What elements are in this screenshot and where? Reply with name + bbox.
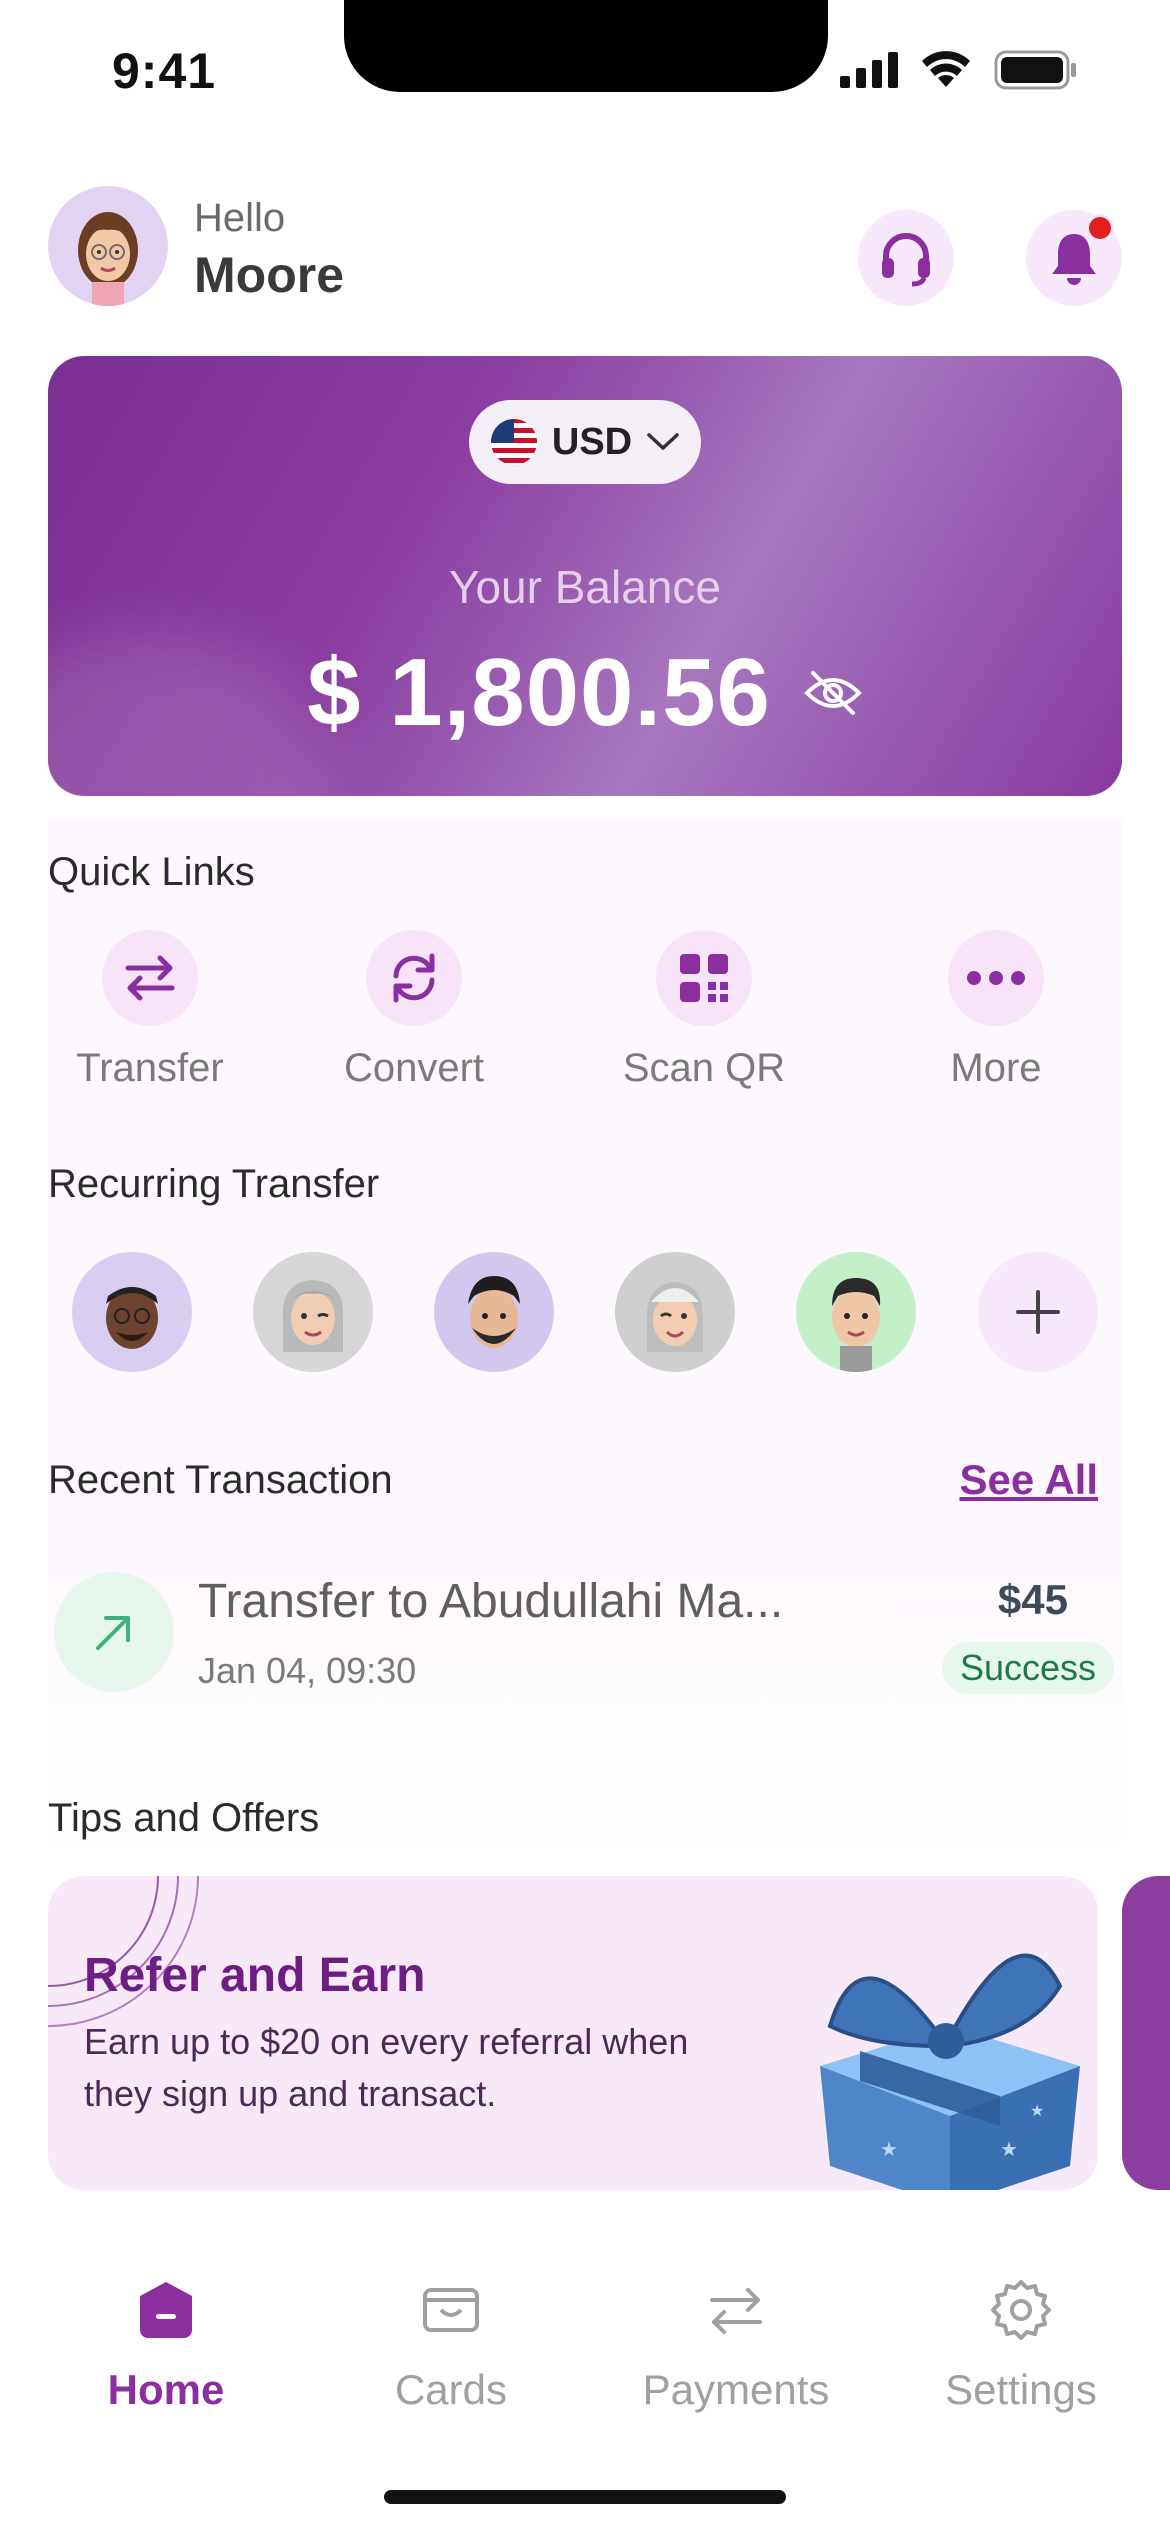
tab-home[interactable]: Home [51,2278,281,2414]
convert-icon-circle [366,930,462,1026]
balance-amount: $ 1,800.56 [307,639,771,746]
tab-cards[interactable]: Cards [336,2278,566,2414]
recurring-contact-avatar[interactable] [72,1252,192,1372]
quick-link-more[interactable]: More [896,930,1096,1091]
transfer-icon-circle [102,930,198,1026]
balance-row: $ 1,800.56 [48,638,1122,748]
us-flag-icon [490,419,537,465]
tip-body: Earn up to $20 on every referral when th… [84,2021,689,2114]
see-all-link[interactable]: See All [959,1456,1098,1504]
user-name: Moore [194,247,344,303]
tab-payments[interactable]: Payments [621,2278,851,2414]
recurring-contact-avatar[interactable] [434,1252,554,1372]
wifi-icon [922,51,970,87]
cards-icon [423,2288,479,2332]
contact-memoji-icon [468,1276,520,1348]
home-icon [140,2282,192,2338]
transaction-icon-circle [54,1572,174,1692]
quick-link-label: Convert [343,1046,485,1090]
recurring-contact-avatar[interactable] [615,1252,735,1372]
quick-link-label: Scan QR [622,1046,786,1090]
refer-and-earn-card[interactable]: Refer and Earn Earn up to $20 on every r… [48,1876,1098,2190]
arrow-up-right-icon [96,1616,130,1650]
transaction-date: Jan 04, 09:30 [198,1650,417,1691]
tab-label: Cards [394,2366,508,2413]
currency-selector[interactable]: USD [469,400,701,484]
transfer-arrows-icon [125,955,175,1001]
tab-label: Payments [642,2366,830,2413]
recurring-contact-avatar[interactable] [796,1252,916,1372]
recurring-contact-avatar[interactable] [253,1252,373,1372]
eye-off-icon[interactable] [803,669,863,717]
gift-box-icon: ★ ★ ★ [820,1953,1080,2190]
contact-memoji-icon [106,1287,158,1349]
qr-code-icon [680,954,728,1002]
svg-text:★: ★ [1030,2101,1044,2120]
device-notch [344,0,828,92]
home-indicator [384,2490,786,2504]
recurring-transfer-title: Recurring Transfer [48,1162,380,1206]
tips-title: Tips and Offers [48,1796,320,1840]
scan-qr-icon-circle [656,930,752,1026]
quick-links-title: Quick Links [48,850,255,894]
add-recurring-button[interactable] [978,1252,1098,1372]
svg-text:★: ★ [880,2137,898,2161]
greeting-text: Hello [194,196,286,240]
chevron-down-icon [647,433,679,451]
tab-label: Home [107,2366,225,2413]
balance-card: USD Your Balance $ 1,800.56 [48,356,1122,796]
notifications-button[interactable] [1026,210,1122,306]
svg-text:★: ★ [1000,2137,1018,2161]
quick-link-convert[interactable]: Convert [314,930,514,1091]
contact-memoji-icon [646,1282,704,1352]
transaction-amount: $45 [997,1576,1068,1623]
currency-label: USD [551,420,633,463]
tip-title: Refer and Earn [84,1949,426,2002]
convert-refresh-icon [393,953,435,1003]
status-time: 9:41 [112,43,217,99]
plus-icon [1016,1290,1060,1334]
user-memoji-icon [78,212,138,306]
battery-icon [994,50,1076,90]
quick-link-transfer[interactable]: Transfer [50,930,250,1091]
tab-label: Settings [945,2366,1097,2413]
balance-label: Your Balance [449,561,721,613]
notification-badge [1086,214,1114,242]
payments-arrows-icon [710,2288,762,2334]
quick-link-label: More [950,1046,1042,1090]
profile-avatar[interactable] [48,186,168,306]
next-offer-card-peek[interactable] [1122,1876,1170,2190]
more-dots-icon [967,971,1025,985]
contact-memoji-icon [282,1280,344,1352]
headset-icon [882,233,930,287]
recent-transaction-title: Recent Transaction [48,1458,393,1502]
status-icons [840,50,1078,90]
contact-memoji-icon [832,1278,881,1372]
gear-icon [991,2280,1051,2340]
quick-link-label: Transfer [76,1046,224,1090]
quick-link-scan-qr[interactable]: Scan QR [604,930,804,1091]
transaction-status-badge: Success [941,1642,1114,1694]
support-button[interactable] [858,210,954,306]
more-icon-circle [948,930,1044,1026]
tab-settings[interactable]: Settings [906,2278,1136,2414]
signal-icon [840,52,898,88]
transaction-title: Transfer to Abudullahi Ma... [198,1575,784,1628]
